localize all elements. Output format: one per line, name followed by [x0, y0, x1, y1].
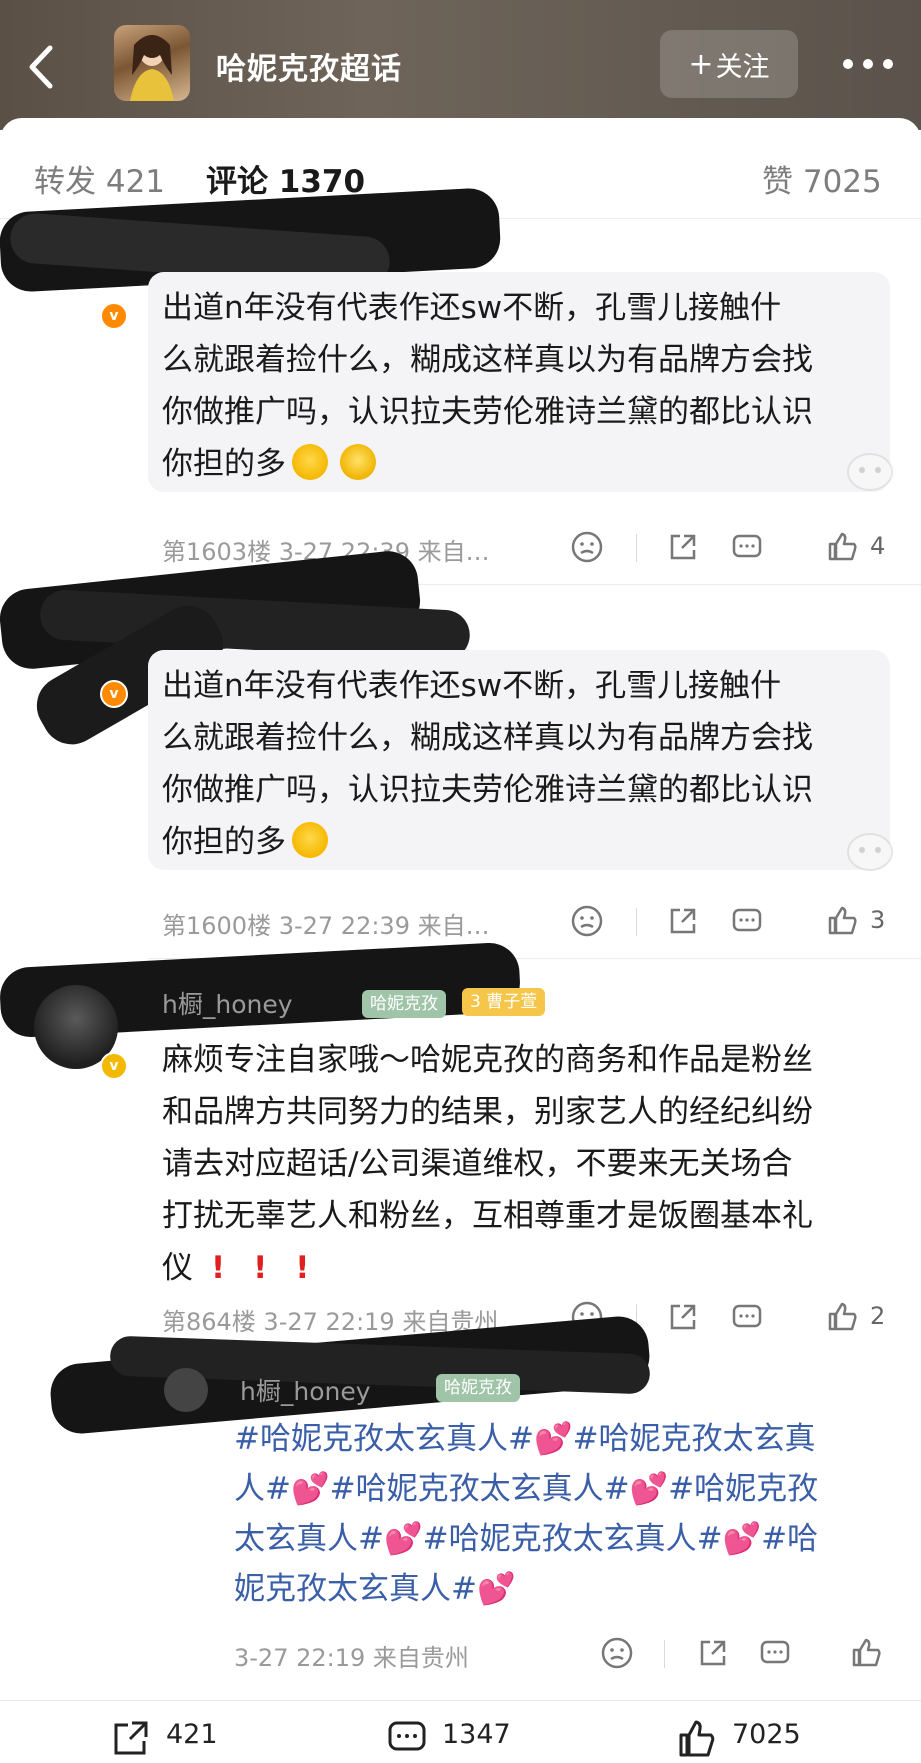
verified-badge-icon: v [100, 302, 128, 330]
reply-icon[interactable] [730, 904, 764, 938]
action-separator [636, 534, 637, 562]
follow-label: 关注 [715, 51, 770, 83]
tab-repost-count: 421 [105, 164, 166, 200]
hashtag-link[interactable]: 妮克孜太玄真人# [234, 1571, 477, 1607]
fan-club-tag: 哈妮克孜 [362, 990, 446, 1018]
comment-actions [600, 1636, 900, 1676]
share-icon[interactable] [666, 904, 700, 938]
hashtag-link[interactable]: #哈妮克孜太玄真 [573, 1421, 816, 1457]
comment-text[interactable]: 麻烦专注自家哦～哈妮克孜的商务和作品是粉丝 和品牌方共同努力的结果，别家艺人的经… [162, 1034, 813, 1294]
like-count: 3 [870, 906, 886, 934]
tab-likes[interactable]: 赞 7025 [762, 156, 882, 201]
tab-repost[interactable]: 转发 421 [34, 156, 165, 201]
share-icon[interactable] [696, 1636, 730, 1670]
follow-button[interactable]: + 关注 [660, 30, 798, 98]
comment-line: 请去对应超话/公司渠道维权，不要来无关场合 [162, 1146, 793, 1182]
hashtag-link[interactable]: #哈妮克孜太玄真人# [330, 1471, 630, 1507]
share-icon[interactable] [666, 530, 700, 564]
tab-likes-label: 赞 [762, 164, 793, 200]
tab-repost-label: 转发 [34, 164, 96, 200]
exclamation-icon: ! [295, 1250, 310, 1286]
fan-club-tag: 哈妮克孜 [436, 1374, 520, 1402]
comment-line: 出道n年没有代表作还sw不断，孔雪儿接触什 [162, 290, 782, 326]
hashtag-link[interactable]: 太玄真人# [234, 1521, 384, 1557]
topic-avatar[interactable] [114, 25, 190, 101]
bottom-repost-count[interactable]: 421 [166, 1719, 218, 1750]
comment-meta: 3-27 22:19 来自贵州 [234, 1644, 469, 1672]
heart-icon: 💕 [629, 1471, 669, 1507]
heart-icon: 💕 [533, 1421, 573, 1457]
comment-line: 你担的多 [162, 824, 286, 860]
exclamation-icon: ! [253, 1250, 268, 1286]
topic-title[interactable]: 哈妮克孜超话 [216, 44, 402, 88]
like-icon[interactable] [676, 1717, 718, 1759]
comment-text[interactable]: 出道n年没有代表作还sw不断，孔雪儿接触什 么就跟着捡什么，糊成这样真以为有品牌… [162, 660, 813, 868]
laugh-cry-emoji-icon [292, 444, 328, 480]
like-icon[interactable] [826, 1300, 860, 1334]
watermark-sticker-icon [847, 833, 893, 871]
heart-icon: 💕 [476, 1571, 516, 1607]
share-icon[interactable] [666, 1300, 700, 1334]
reply-icon[interactable] [730, 1300, 764, 1334]
user-avatar[interactable] [164, 1368, 208, 1412]
dislike-face-icon[interactable] [570, 904, 604, 938]
heart-icon: 💕 [290, 1471, 330, 1507]
bottom-comment-count[interactable]: 1347 [442, 1719, 511, 1750]
like-count: 2 [870, 1302, 886, 1330]
username[interactable]: h橱_honey [240, 1372, 371, 1408]
exclamation-icon: ! [211, 1250, 226, 1286]
tab-likes-count: 7025 [802, 164, 882, 200]
action-separator [636, 908, 637, 936]
watermark-sticker-icon [847, 453, 893, 491]
like-icon[interactable] [850, 1636, 884, 1670]
comment-actions: 4 [570, 530, 900, 570]
verified-badge-icon: v [100, 1052, 128, 1080]
comment-line: 麻烦专注自家哦～哈妮克孜的商务和作品是粉丝 [162, 1042, 813, 1078]
like-icon[interactable] [826, 530, 860, 564]
comment-line: 仪 [162, 1250, 193, 1286]
reply-icon[interactable] [758, 1636, 792, 1670]
comment-line: 么就跟着捡什么，糊成这样真以为有品牌方会找 [162, 342, 813, 378]
comment-line: 么就跟着捡什么，糊成这样真以为有品牌方会找 [162, 720, 813, 756]
comment-line: 你做推广吗，认识拉夫劳伦雅诗兰黛的都比认识 [162, 772, 813, 808]
comment-line: 打扰无辜艺人和粉丝，互相尊重才是饭圈基本礼 [162, 1198, 813, 1234]
comment-line: 你担的多 [162, 446, 286, 482]
hashtag-link[interactable]: #哈妮克孜太玄真人# [234, 1421, 534, 1457]
comment-actions: 3 [570, 904, 900, 944]
comment-line: 和品牌方共同努力的结果，别家艺人的经纪纠纷 [162, 1094, 813, 1130]
comment-line: 出道n年没有代表作还sw不断，孔雪儿接触什 [162, 668, 782, 704]
like-icon[interactable] [826, 904, 860, 938]
topic-header: 哈妮克孜超话 + 关注 [0, 0, 921, 130]
fan-level-name: 曹子萱 [486, 992, 538, 1012]
comment-icon[interactable] [386, 1717, 428, 1759]
heart-icon: 💕 [383, 1521, 423, 1557]
plus-icon: + [688, 46, 714, 82]
bottom-like-count[interactable]: 7025 [732, 1719, 801, 1750]
comment-meta: 第1600楼 3-27 22:39 来自… [162, 912, 490, 940]
username[interactable]: h橱_honey [162, 985, 293, 1021]
fan-level-badge: 3 曹子萱 [462, 988, 546, 1016]
comment-line: 你做推广吗，认识拉夫劳伦雅诗兰黛的都比认识 [162, 394, 813, 430]
tab-comments-label: 评论 [206, 164, 268, 200]
hashtag-link[interactable]: #哈妮克孜太玄真人# [423, 1521, 723, 1557]
hashtag-link[interactable]: #哈妮克孜 [668, 1471, 818, 1507]
more-icon[interactable] [838, 52, 898, 76]
comment-text[interactable]: #哈妮克孜太玄真人#💕#哈妮克孜太玄真 人#💕#哈妮克孜太玄真人#💕#哈妮克孜 … [234, 1414, 818, 1614]
hashtag-link[interactable]: #哈 [761, 1521, 818, 1557]
fan-level-number: 3 [470, 992, 481, 1012]
dislike-face-icon[interactable] [570, 530, 604, 564]
back-icon[interactable] [22, 42, 62, 92]
action-separator [664, 1640, 665, 1668]
comment-text[interactable]: 出道n年没有代表作还sw不断，孔雪儿接触什 么就跟着捡什么，糊成这样真以为有品牌… [162, 282, 813, 490]
verified-badge-icon: v [100, 680, 128, 708]
bottom-action-bar: 421 1347 7025 [0, 1700, 921, 1763]
repost-icon[interactable] [110, 1717, 152, 1759]
heart-icon: 💕 [722, 1521, 762, 1557]
laugh-cry-emoji-icon [292, 822, 328, 858]
dislike-face-icon[interactable] [600, 1636, 634, 1670]
hashtag-link[interactable]: 人# [234, 1471, 291, 1507]
like-count: 4 [870, 532, 886, 560]
reply-icon[interactable] [730, 530, 764, 564]
crying-emoji-icon [340, 444, 376, 480]
